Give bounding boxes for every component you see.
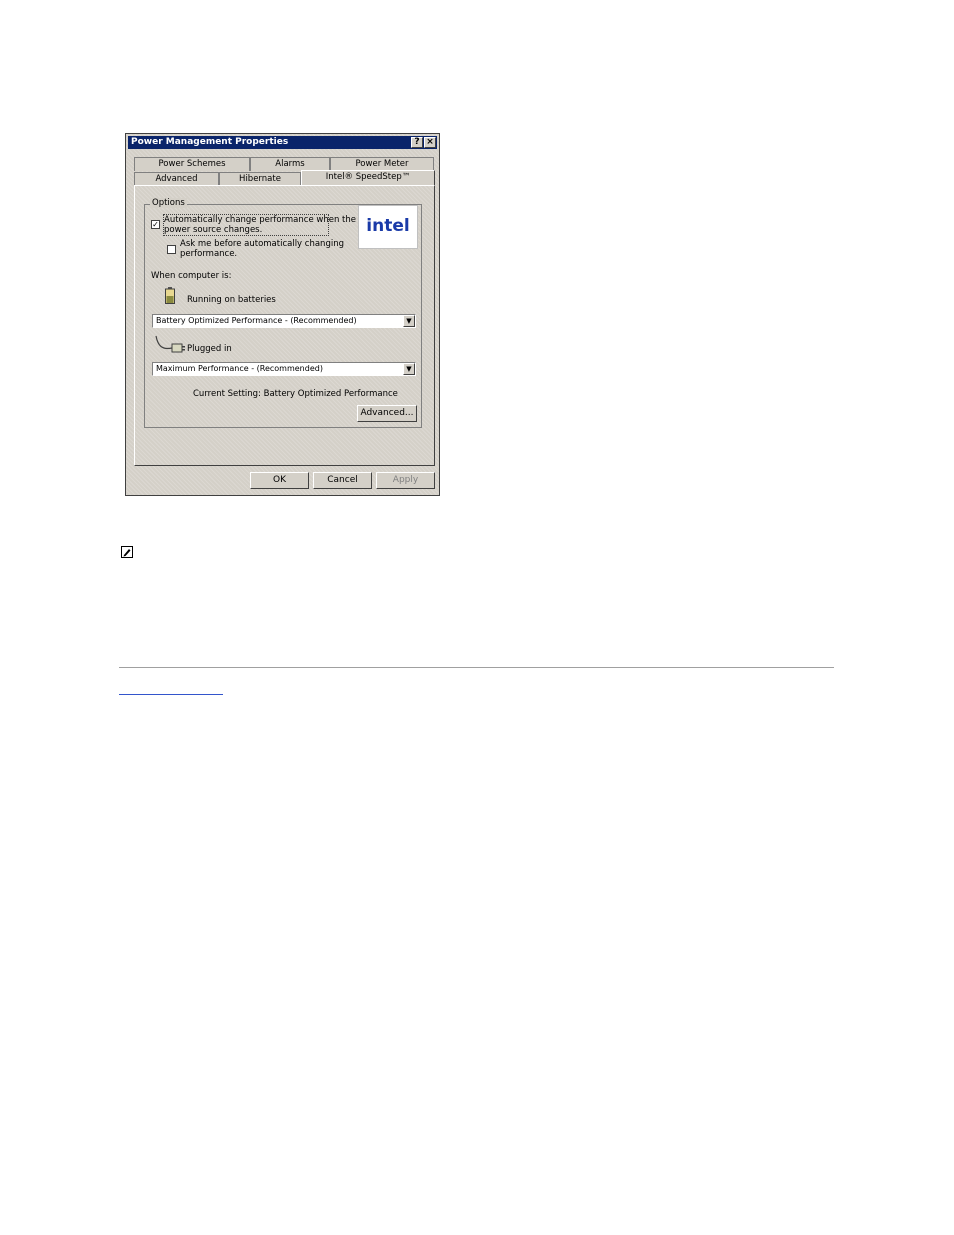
plugged-in-label: Plugged in [187,344,232,354]
battery-scheme-value: Battery Optimized Performance - (Recomme… [156,316,357,325]
tab-alarms[interactable]: Alarms [250,157,330,171]
note-pencil-icon [121,545,133,558]
current-setting-text: Current Setting: Battery Optimized Perfo… [193,389,398,399]
ask-before-label-2: performance. [180,249,238,259]
ok-button[interactable]: OK [250,472,309,489]
power-management-dialog: Power Management Properties ? × Power Sc… [125,133,440,496]
tab-power-schemes[interactable]: Power Schemes [134,157,250,171]
ask-before-checkbox[interactable] [167,245,176,254]
tab-advanced[interactable]: Advanced [134,172,219,186]
plugged-scheme-value: Maximum Performance - (Recommended) [156,364,323,373]
chevron-down-icon[interactable]: ▼ [403,315,415,327]
plug-icon [154,334,186,356]
divider [119,667,834,668]
plugged-scheme-select[interactable]: Maximum Performance - (Recommended) ▼ [152,362,416,376]
window-title: Power Management Properties [131,137,289,147]
title-bar: Power Management Properties ? × [128,136,437,149]
cancel-button[interactable]: Cancel [313,472,372,489]
close-icon[interactable]: × [424,137,436,148]
tab-power-meter[interactable]: Power Meter [330,157,434,171]
auto-change-label-1: Automatically change performance when th… [164,215,356,225]
intel-logo-text: intel [366,216,410,236]
options-group-label: Options [150,198,187,208]
when-computer-label: When computer is: [151,271,232,281]
auto-change-checkbox[interactable]: ✓ [151,220,160,229]
battery-scheme-select[interactable]: Battery Optimized Performance - (Recomme… [152,314,416,328]
chevron-down-icon[interactable]: ▼ [403,363,415,375]
battery-icon [165,287,175,304]
running-on-batteries-label: Running on batteries [187,295,276,305]
tab-hibernate[interactable]: Hibernate [219,172,301,186]
ask-before-label-1: Ask me before automatically changing [180,239,344,249]
advanced-button[interactable]: Advanced... [357,405,417,422]
back-to-contents-link[interactable] [119,684,223,695]
auto-change-label-2: power source changes. [164,225,263,235]
help-icon[interactable]: ? [411,137,423,148]
apply-button[interactable]: Apply [376,472,435,489]
intel-logo: intel [358,205,418,249]
tab-intel-speedstep[interactable]: Intel® SpeedStep™ [301,170,435,186]
